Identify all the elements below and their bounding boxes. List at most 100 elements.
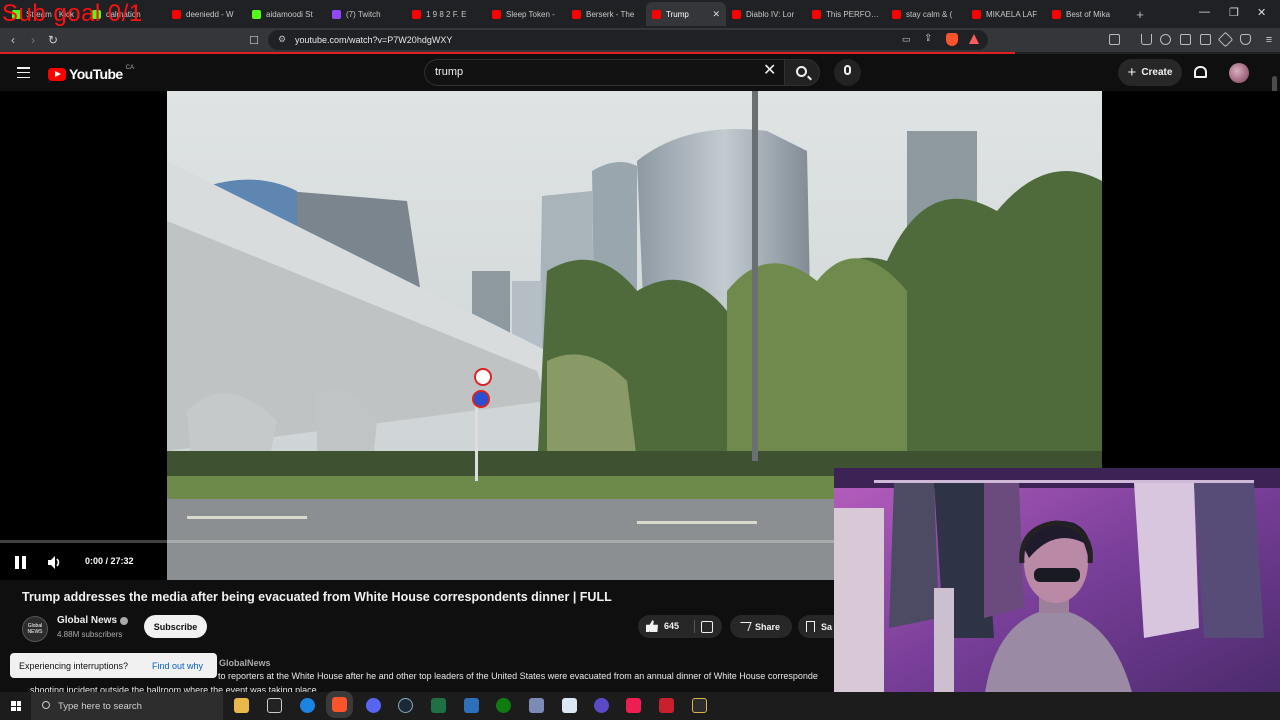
notepad-icon[interactable] — [562, 698, 577, 713]
steam-icon[interactable] — [398, 698, 413, 713]
browser-tab[interactable]: This PERFORM — [806, 2, 886, 26]
music-icon[interactable] — [1160, 34, 1171, 45]
windows-start-icon[interactable] — [11, 701, 21, 711]
address-bar[interactable]: ⚙ youtube.com/watch?v=P7W20hdgWXY ▭ ⇪ — [268, 30, 988, 50]
messenger-icon[interactable] — [594, 698, 609, 713]
reload-icon[interactable]: ↻ — [43, 33, 63, 47]
powershell-icon[interactable] — [692, 698, 707, 713]
cast-icon[interactable]: ▭ — [902, 34, 911, 45]
menu-icon[interactable] — [17, 67, 30, 79]
browser-tab[interactable]: Berserk - The — [566, 2, 646, 26]
restore-icon[interactable]: ❐ — [1229, 6, 1239, 19]
download-icon[interactable] — [1141, 34, 1152, 45]
close-window-icon[interactable]: ✕ — [1257, 6, 1266, 19]
spreadsheet-icon[interactable] — [431, 698, 446, 713]
create-button[interactable]: + Create — [1118, 59, 1182, 86]
logo-wordmark: YouTube — [69, 66, 123, 82]
subscribe-button[interactable]: Subscribe — [144, 615, 207, 638]
tab-favicon — [492, 9, 501, 19]
tiktok-icon[interactable] — [626, 698, 641, 713]
share-label: Share — [755, 621, 781, 632]
avatar[interactable] — [1229, 63, 1249, 83]
save-icon — [806, 621, 815, 632]
volume-icon[interactable] — [48, 556, 62, 569]
description-channel: GlobalNews — [219, 658, 271, 668]
vpn-icon[interactable] — [1240, 34, 1251, 45]
browser-tab[interactable]: deeniedd - W — [166, 2, 246, 26]
browser-tab[interactable]: aidamoodi St — [246, 2, 326, 26]
taskbar-search[interactable]: Type here to search — [31, 692, 223, 720]
brave-icon[interactable] — [326, 691, 353, 718]
epic-games-icon[interactable] — [267, 698, 282, 713]
edge-icon[interactable] — [300, 698, 315, 713]
back-icon[interactable]: ‹ — [3, 33, 23, 47]
like-icon[interactable] — [646, 620, 658, 632]
channel-name[interactable]: Global News — [57, 615, 117, 626]
search-box — [424, 59, 784, 86]
tab-favicon — [572, 9, 581, 19]
channel-avatar[interactable]: Global NEWS — [22, 616, 48, 642]
youtube-header: YouTube CA ✕ + Create — [0, 54, 1280, 91]
browser-tab[interactable]: Sleep Token - — [486, 2, 566, 26]
divider — [694, 620, 695, 633]
tab-favicon — [652, 9, 661, 19]
new-tab-icon[interactable]: + — [1130, 7, 1150, 22]
dislike-icon[interactable] — [701, 621, 713, 633]
site-info-icon[interactable]: ⚙ — [278, 34, 286, 45]
search-button[interactable] — [784, 59, 820, 86]
share-button[interactable]: Share — [730, 615, 792, 638]
wallet-icon[interactable] — [1200, 34, 1211, 45]
url-text[interactable]: youtube.com/watch?v=P7W20hdgWXY — [295, 35, 452, 45]
search-input[interactable] — [435, 66, 755, 78]
country-code: CA — [125, 65, 134, 71]
like-count[interactable]: 645 — [664, 621, 679, 631]
xbox-icon[interactable] — [496, 698, 511, 713]
browser-tab[interactable]: Diablo IV: Lor — [726, 2, 806, 26]
window-app-icon[interactable] — [464, 698, 479, 713]
description-text[interactable]: to reporters at the White House after he… — [218, 671, 834, 681]
video-title: Trump addresses the media after being ev… — [22, 590, 612, 604]
toast-message: Experiencing interruptions? — [19, 660, 129, 671]
brave-rewards-icon[interactable] — [969, 34, 979, 44]
time-display: 0:00 / 27:32 — [85, 556, 134, 566]
pause-icon[interactable] — [15, 556, 27, 569]
find-out-why-link[interactable]: Find out why — [152, 661, 203, 671]
microphone-icon — [844, 65, 851, 75]
browser-tab-active[interactable]: Trump ✕ — [646, 2, 726, 26]
discord-icon[interactable] — [366, 698, 381, 713]
create-label: Create — [1141, 67, 1173, 78]
video-progress-bar[interactable] — [0, 540, 834, 543]
browser-tab[interactable]: 1 9 8 2 F. E — [406, 2, 486, 26]
browser-tab[interactable]: MIKAELA LAF — [966, 2, 1046, 26]
clear-search-icon[interactable]: ✕ — [763, 63, 776, 79]
stream-sub-goal: Sub goal 0/1 — [2, 0, 143, 27]
brave-shields-icon[interactable] — [946, 33, 958, 46]
browser-tab[interactable]: (7) Twitch — [326, 2, 406, 26]
search-icon — [42, 701, 50, 709]
tab-favicon — [812, 9, 821, 19]
close-tab-icon[interactable]: ✕ — [712, 9, 720, 20]
bookmark-icon[interactable]: ☐ — [244, 34, 264, 47]
sidebar-icon[interactable] — [1109, 34, 1120, 45]
browser-tab[interactable]: stay calm & ( — [886, 2, 966, 26]
share-page-icon[interactable]: ⇪ — [924, 33, 932, 44]
file-explorer-icon[interactable] — [234, 698, 249, 713]
browser-toolbar: ‹ › ↻ ☐ ⚙ youtube.com/watch?v=P7W20hdgWX… — [0, 28, 1280, 52]
youtube-logo[interactable]: YouTube CA — [48, 65, 134, 82]
save-label: Sa — [821, 621, 833, 632]
tab-favicon — [972, 9, 981, 19]
leo-ai-icon[interactable] — [1217, 31, 1234, 48]
tab-favicon — [332, 9, 341, 19]
verified-badge-icon — [120, 617, 128, 625]
shield-app-icon[interactable] — [529, 698, 544, 713]
like-dislike-group: 645 — [638, 615, 722, 638]
voice-search-button[interactable] — [834, 59, 861, 86]
browser-tab[interactable]: Best of Mika — [1046, 2, 1126, 26]
notifications-bell-icon[interactable] — [1194, 66, 1207, 78]
reading-list-icon[interactable] — [1180, 34, 1191, 45]
browser-menu-icon[interactable]: ≡ — [1259, 34, 1279, 46]
webcam-image — [834, 468, 1280, 700]
media-app-icon[interactable] — [659, 698, 674, 713]
forward-icon[interactable]: › — [23, 33, 43, 47]
minimize-icon[interactable]: — — [1199, 6, 1210, 18]
